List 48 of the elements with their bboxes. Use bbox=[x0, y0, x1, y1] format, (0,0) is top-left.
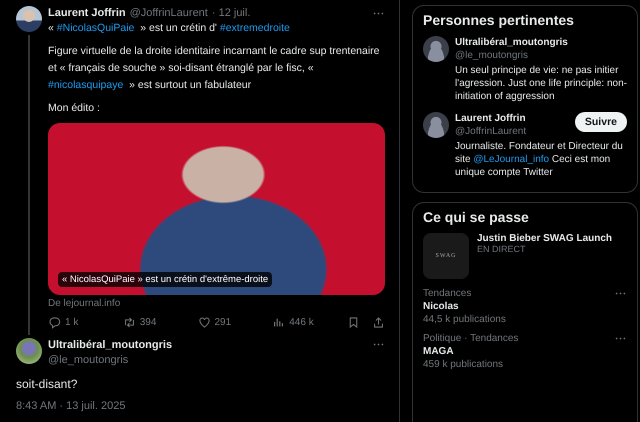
follow-button[interactable]: Suivre bbox=[574, 112, 627, 132]
card-caption: « NicolasQuiPaie » est un crétin d'extrême-droite bbox=[58, 272, 272, 287]
post-date[interactable]: · 12 juil. bbox=[212, 7, 250, 19]
heart-icon[interactable] bbox=[198, 316, 210, 328]
trend-name[interactable]: Nicolas bbox=[423, 300, 506, 313]
post-text: soit-disant? bbox=[16, 377, 78, 391]
author-name[interactable]: Ultralibéral_moutongris bbox=[48, 338, 172, 353]
trend-context: Politique · Tendances bbox=[423, 332, 518, 345]
hashtag-link[interactable]: #NicolasQuiPaie bbox=[56, 22, 134, 34]
share-icon[interactable] bbox=[372, 316, 385, 328]
post-text: « #NicolasQuiPaie » est un crétin d' #extremedroite bbox=[48, 21, 291, 36]
post-text: Mon édito : bbox=[48, 101, 101, 116]
avatar-image bbox=[16, 338, 42, 364]
post-text: Figure virtuelle de la droite identitaire incarnant le cadre sup trentenaire et « français de souche » soi-disant étranglé par le fisc, « #nicolasquipaye » est surtout un fabulateur bbox=[48, 44, 381, 93]
action-count: 446 k bbox=[289, 316, 314, 328]
avatar-image bbox=[423, 112, 449, 138]
trend-count: 459 k publications bbox=[423, 358, 504, 371]
avatar-image bbox=[423, 36, 449, 62]
user-name[interactable]: Ultralibéral_moutongris bbox=[455, 36, 568, 49]
action-count: 291 bbox=[214, 316, 232, 328]
action-count: 1 k bbox=[65, 316, 78, 328]
hashtag-link[interactable]: #nicolasquipaye bbox=[48, 79, 124, 91]
live-label: EN DIRECT bbox=[477, 244, 527, 254]
hashtag-link[interactable]: @LeJournal_info bbox=[473, 154, 550, 165]
user-handle[interactable]: @JoffrinLaurent bbox=[455, 125, 526, 138]
trend-name[interactable]: MAGA bbox=[423, 345, 518, 358]
post-timestamp[interactable]: 8:43 AM · 13 juil. 2025 bbox=[16, 400, 385, 412]
trend-context: Tendances bbox=[423, 287, 472, 300]
hashtag-link[interactable]: #extremedroite bbox=[220, 22, 290, 34]
speech-bubble-icon[interactable] bbox=[48, 316, 61, 328]
user-bio: Journaliste. Fondateur et Directeur du site @LeJournal_info Ceci est mon unique compte Twitter bbox=[455, 140, 624, 179]
user-handle[interactable]: @le_moutongris bbox=[455, 49, 568, 62]
user-bio: Un seul principe de vie: ne pas initier l'agression. Just one life principle: non-initiation of aggression bbox=[455, 64, 627, 103]
action-count: 394 bbox=[140, 316, 156, 328]
user-name[interactable]: Laurent Joffrin bbox=[455, 112, 526, 125]
trend-count: 44,5 k publications bbox=[423, 313, 506, 326]
author-name[interactable]: Laurent Joffrin bbox=[48, 7, 126, 19]
avatar-image bbox=[16, 6, 42, 32]
link-card[interactable]: « NicolasQuiPaie » est un crétin d'extrême-droite bbox=[48, 123, 385, 295]
bar-chart-icon[interactable] bbox=[272, 316, 286, 328]
card-source[interactable]: De lejournal.info bbox=[48, 298, 385, 309]
author-handle[interactable]: @JoffrinLaurent bbox=[130, 7, 208, 19]
author-handle[interactable]: @le_moutongris bbox=[48, 353, 172, 368]
event-title[interactable]: Justin Bieber SWAG Launch bbox=[477, 233, 612, 244]
panel-title: Ce qui se passe bbox=[423, 209, 530, 225]
repost-arrows-icon[interactable] bbox=[122, 316, 136, 328]
bookmark-icon[interactable] bbox=[347, 316, 360, 328]
panel-title: Personnes pertinentes bbox=[423, 12, 575, 28]
